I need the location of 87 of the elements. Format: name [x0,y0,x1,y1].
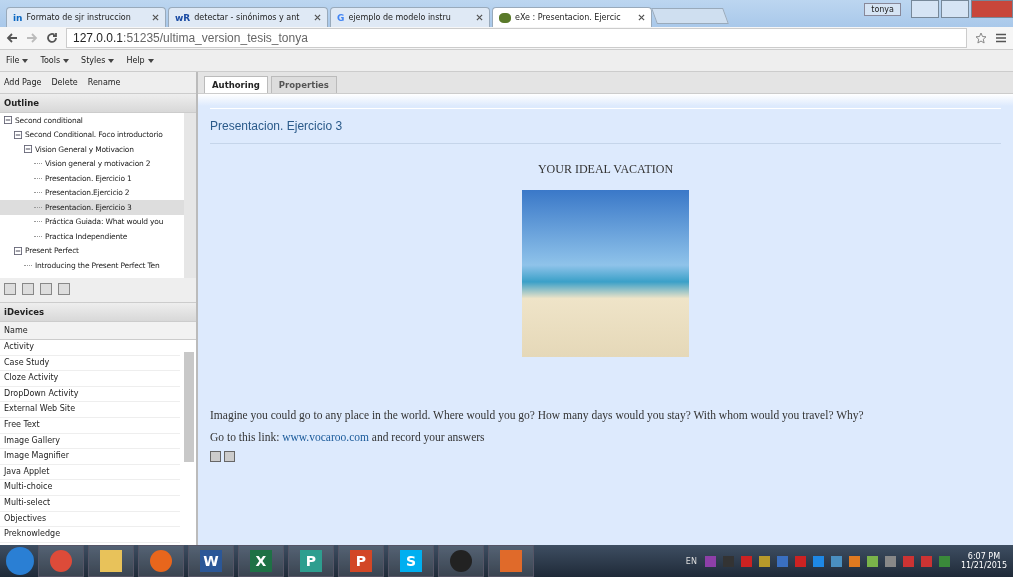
link[interactable]: www.vocaroo.com [282,431,369,443]
tray-icon[interactable] [794,555,806,567]
language-indicator[interactable]: EN [685,556,697,566]
browser-tab[interactable]: G ejemplo de modelo instru [330,7,490,27]
idevice-item[interactable]: Multi-select [0,495,180,512]
clock[interactable]: 6:07 PM 11/21/2015 [960,552,1007,570]
page-title: Presentacion. Ejercicio 3 [210,108,1001,144]
menu-item[interactable]: Styles [81,56,115,65]
app-icon[interactable]: P [350,550,372,572]
app-icon[interactable]: W [200,550,222,572]
collapse-icon[interactable] [14,246,22,255]
idevice-item[interactable]: Multi-choice [0,480,180,496]
site-favicon: in [13,12,23,23]
close-icon[interactable] [152,14,159,21]
app-icon[interactable] [50,550,72,572]
tray-icon[interactable] [884,555,896,567]
app-icon[interactable] [450,550,472,572]
caret-icon[interactable] [22,58,29,63]
minimize-button[interactable] [911,0,939,18]
tray-icon[interactable] [812,555,824,567]
tray-icon[interactable] [776,555,788,567]
tray-icon[interactable] [740,555,752,567]
tray-icon[interactable] [848,555,860,567]
address-field[interactable]: 127.0.0.1:51235/ultima_version_tesis_tonya [66,28,967,48]
menu-item[interactable]: Tools [40,56,70,65]
tray-icon[interactable] [704,555,716,567]
tray-icon[interactable] [758,555,770,567]
site-favicon: G [337,12,345,23]
tab-title: ejemplo de modelo instru [348,13,452,22]
app-icon[interactable]: X [250,550,272,572]
outline-action[interactable]: Delete [51,78,78,87]
close-icon[interactable] [314,14,321,21]
tab-title: Formato de sjr instruccion [26,13,132,22]
tab-title: eXe : Presentacion. Ejercic [515,13,622,22]
idevice-item[interactable]: Preknowledge [0,527,180,543]
site-favicon-icon [499,12,511,23]
outline-action[interactable]: Add Page [4,78,42,87]
start-button[interactable] [6,547,34,575]
caret-icon[interactable] [108,58,115,63]
reload-icon[interactable] [46,32,58,44]
menu-item[interactable]: File [6,56,29,65]
tray-icon[interactable] [920,555,932,567]
collapse-icon[interactable] [4,116,12,125]
idevice-item[interactable]: DropDown Activity [0,386,180,403]
back-icon[interactable] [6,32,18,44]
menu-item[interactable]: Help [126,56,154,65]
caret-icon[interactable] [63,58,70,63]
idevice-item[interactable]: Activity [0,340,180,356]
idevice-item[interactable]: Java Applet [0,464,180,481]
maximize-button[interactable] [941,0,969,18]
question-text: Imagine you could go to any place in the world. Where would you go? How many days would you stay? With whom would you travel? Why? [210,409,865,421]
caret-icon[interactable] [147,58,154,63]
outline-action[interactable]: Rename [87,78,121,87]
idevice-item[interactable]: Image Magnifier [0,449,180,465]
scrollbar[interactable] [184,352,194,462]
browser-tab[interactable]: wR detectar - sinónimos y ant [168,7,328,27]
instruction-text: Go to this link: www.vocaroo.com and record your answers [210,431,486,443]
content-tab[interactable]: Properties [270,76,337,93]
idevice-item[interactable]: Objectives [0,511,180,528]
panel-header: iDevices [0,302,196,322]
heading: YOUR IDEAL VACATION [536,162,675,177]
content-tab[interactable]: Authoring [204,76,268,93]
idevice-item[interactable]: Case Study [0,355,180,372]
close-icon[interactable] [476,14,483,21]
site-favicon: wR [175,12,191,23]
close-icon[interactable] [638,14,645,21]
star-icon[interactable] [975,32,987,44]
tab-title: detectar - sinónimos y ant [194,13,301,22]
collapse-icon[interactable] [14,130,22,139]
user-badge[interactable]: tonya [864,3,901,16]
menu-icon[interactable] [995,32,1007,44]
panel-header: Outline [0,93,196,113]
idevice-item[interactable]: Cloze Activity [0,371,180,387]
tray-icon[interactable] [902,555,914,567]
idevice-item[interactable]: Free Text [0,417,180,434]
browser-tab[interactable]: eXe : Presentacion. Ejercic [492,7,652,27]
idevice-item[interactable]: Image Gallery [0,433,180,450]
browser-tab[interactable]: in Formato de sjr instruccion [6,7,166,27]
app-icon[interactable] [150,550,172,572]
forward-icon[interactable] [26,32,38,44]
tray-icon[interactable] [938,555,950,567]
tray-icon[interactable] [866,555,878,567]
new-tab-button[interactable] [651,8,729,24]
tray-icon[interactable] [830,555,842,567]
idevice-item[interactable]: External Web Site [0,402,180,418]
column-header: Name [0,322,196,340]
collapse-icon[interactable] [24,145,32,154]
